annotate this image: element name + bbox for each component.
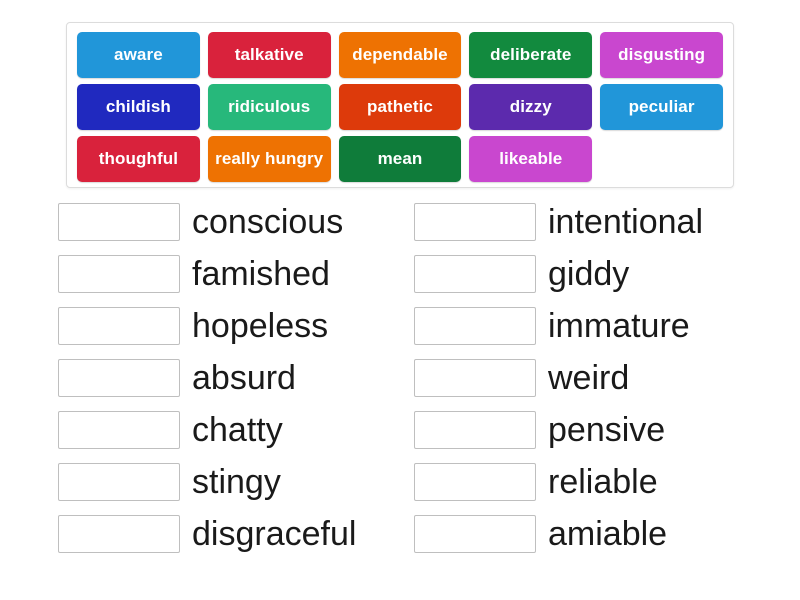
draggable-tile[interactable]: dizzy (469, 84, 593, 130)
draggable-tile[interactable]: disgusting (600, 32, 723, 78)
answer-word: pensive (548, 411, 666, 449)
answer-row: hopeless (58, 300, 418, 352)
answer-row: conscious (58, 196, 418, 248)
drop-target-right-7[interactable] (414, 515, 536, 553)
tile-row: thoughful really hungry mean likeable (73, 133, 727, 185)
answer-word: intentional (548, 203, 704, 241)
drop-target-left-5[interactable] (58, 411, 180, 449)
answer-row: weird (414, 352, 774, 404)
answer-row: stingy (58, 456, 418, 508)
answer-word: stingy (192, 463, 281, 501)
answer-row: intentional (414, 196, 774, 248)
answer-row: immature (414, 300, 774, 352)
draggable-tile[interactable]: mean (338, 136, 462, 182)
answer-row: giddy (414, 248, 774, 300)
drop-target-left-6[interactable] (58, 463, 180, 501)
tile-row: childish ridiculous pathetic dizzy peculiar (73, 81, 727, 133)
answer-row: disgraceful (58, 508, 418, 560)
drop-target-left-7[interactable] (58, 515, 180, 553)
draggable-tile[interactable]: peculiar (600, 84, 723, 130)
answer-column-left: conscious famished hopeless absurd chatty sti… (58, 196, 418, 560)
drop-target-right-6[interactable] (414, 463, 536, 501)
answer-word: disgraceful (192, 515, 357, 553)
drop-target-left-3[interactable] (58, 307, 180, 345)
draggable-tile[interactable]: pathetic (338, 84, 462, 130)
answer-word: chatty (192, 411, 283, 449)
answer-row: chatty (58, 404, 418, 456)
drop-target-right-1[interactable] (414, 203, 536, 241)
tile-empty-slot (600, 136, 723, 182)
draggable-tile[interactable]: aware (77, 32, 200, 78)
answer-word: famished (192, 255, 330, 293)
draggable-tile[interactable]: deliberate (469, 32, 593, 78)
answer-row: absurd (58, 352, 418, 404)
tile-row: aware talkative dependable deliberate disgus… (73, 29, 727, 81)
answer-word: hopeless (192, 307, 329, 345)
answer-word: reliable (548, 463, 658, 501)
draggable-tile[interactable]: childish (77, 84, 200, 130)
draggable-tile[interactable]: talkative (207, 32, 331, 78)
draggable-tile[interactable]: dependable (338, 32, 462, 78)
answer-word: weird (548, 359, 630, 397)
answer-row: famished (58, 248, 418, 300)
draggable-tile[interactable]: ridiculous (207, 84, 331, 130)
drop-target-right-2[interactable] (414, 255, 536, 293)
answer-row: reliable (414, 456, 774, 508)
draggable-tile[interactable]: really hungry (207, 136, 331, 182)
tile-bank: aware talkative dependable deliberate disgus… (66, 22, 734, 188)
answer-word: immature (548, 307, 690, 345)
drop-target-left-2[interactable] (58, 255, 180, 293)
drop-target-left-1[interactable] (58, 203, 180, 241)
activity-canvas: aware talkative dependable deliberate disgus… (0, 0, 800, 600)
answer-word: amiable (548, 515, 668, 553)
answer-column-right: intentional giddy immature weird pensive reli… (414, 196, 774, 560)
answer-word: conscious (192, 203, 344, 241)
drop-target-right-3[interactable] (414, 307, 536, 345)
draggable-tile[interactable]: thoughful (77, 136, 200, 182)
answer-word: giddy (548, 255, 630, 293)
drop-target-right-5[interactable] (414, 411, 536, 449)
answer-word: absurd (192, 359, 296, 397)
draggable-tile[interactable]: likeable (469, 136, 593, 182)
drop-target-right-4[interactable] (414, 359, 536, 397)
drop-target-left-4[interactable] (58, 359, 180, 397)
answer-row: amiable (414, 508, 774, 560)
answer-row: pensive (414, 404, 774, 456)
